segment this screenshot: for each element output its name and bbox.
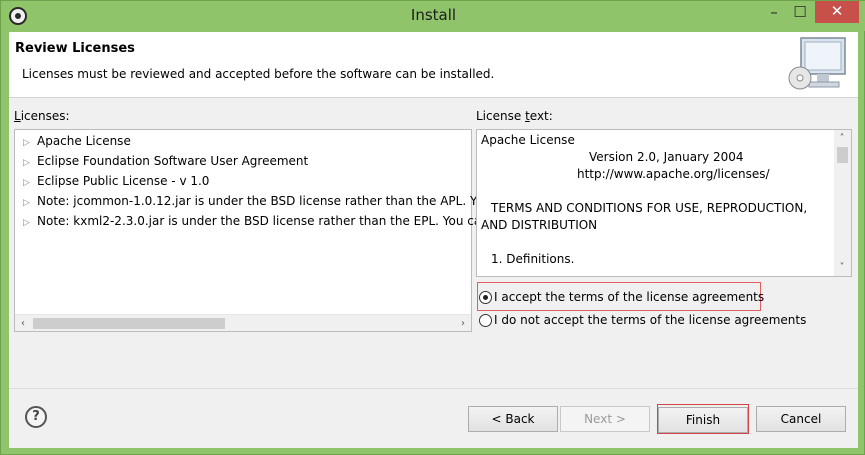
scroll-thumb[interactable] [33,318,225,329]
licenses-label-text: icenses: [20,109,70,123]
window-title: Install [410,6,457,24]
tree-item[interactable]: ▷ Apache License [23,131,131,151]
expand-arrow-icon[interactable]: ▷ [23,193,37,213]
tree-item[interactable]: ▷ Eclipse Public License - v 1.0 [23,171,209,191]
minimize-button[interactable]: – [763,3,785,23]
tree-item-label: Apache License [37,134,131,148]
license-text-line: Version 2.0, January 2004 [589,150,744,164]
scroll-up-icon[interactable]: ˄ [834,130,850,147]
page-description: Licenses must be reviewed and accepted b… [22,67,495,81]
license-text-area[interactable]: Apache License Version 2.0, January 2004… [476,129,852,277]
tree-item-label: Eclipse Foundation Software User Agreeme… [37,154,309,168]
scroll-thumb[interactable] [837,147,848,163]
scroll-down-icon[interactable]: ˅ [834,259,850,276]
tree-item-label: Note: kxml2-2.3.0.jar is under the BSD l… [37,214,482,228]
license-text-line: 1. Definitions. [491,252,575,266]
finish-button[interactable]: Finish [658,407,748,433]
licenses-tree[interactable]: ▷ Apache License ▷ Eclipse Foundation Soft… [14,129,483,332]
cancel-button[interactable]: Cancel [756,406,846,432]
vertical-scrollbar[interactable]: ˄ ˅ [834,130,851,276]
page-title: Review Licenses [15,41,135,56]
tree-item-label: Note: jcommon-1.0.12.jar is under the BS… [37,194,484,208]
tree-item[interactable]: ▷ Eclipse Foundation Software User Agreem… [23,151,308,171]
decline-radio-button[interactable] [479,313,492,327]
accept-radio-label[interactable]: I accept the terms of the license agreem… [494,290,764,304]
license-text-line: AND DISTRIBUTION [481,218,598,232]
footer-divider [9,388,858,389]
header-banner: Review Licenses Licenses must be reviewe… [9,32,858,98]
decline-radio-option[interactable]: I do not accept the terms of the license… [479,310,806,330]
decline-radio-label[interactable]: I do not accept the terms of the license… [494,313,806,327]
next-button[interactable]: Next > [560,406,650,432]
expand-arrow-icon[interactable]: ▷ [23,173,37,193]
maximize-button[interactable]: ☐ [789,3,811,23]
install-window: Install – ☐ ✕ Review Licenses Licenses m… [0,0,865,455]
expand-arrow-icon[interactable]: ▷ [23,133,37,153]
license-text-label: License text: [476,109,553,123]
monitor-cd-icon [788,37,846,90]
license-text-content: Apache License Version 2.0, January 2004… [477,130,835,276]
title-bar[interactable]: Install – ☐ ✕ [1,1,865,31]
expand-arrow-icon[interactable]: ▷ [23,213,37,233]
license-text-line: TERMS AND CONDITIONS FOR USE, REPRODUCTI… [491,201,808,215]
license-text-blank [481,183,831,200]
license-text-line: Apache License [481,133,575,147]
tree-item-label: Eclipse Public License - v 1.0 [37,174,210,188]
licenses-label: Licenses: [14,109,70,123]
expand-arrow-icon[interactable]: ▷ [23,153,37,173]
help-icon[interactable]: ? [25,406,47,428]
license-text-blank [481,234,831,251]
scroll-right-icon[interactable]: › [455,315,471,332]
tree-item[interactable]: ▷ Note: kxml2-2.3.0.jar is under the BSD … [23,211,481,231]
close-button[interactable]: ✕ [815,1,859,23]
back-button[interactable]: < Back [468,406,558,432]
horizontal-scrollbar[interactable]: ‹ › [15,314,471,331]
accept-radio-button[interactable] [479,290,492,304]
dialog-body: Review Licenses Licenses must be reviewe… [9,32,858,448]
license-text-line: http://www.apache.org/licenses/ [577,167,770,181]
accept-radio-option[interactable]: I accept the terms of the license agreem… [479,287,764,307]
scroll-left-icon[interactable]: ‹ [15,315,31,332]
tree-item[interactable]: ▷ Note: jcommon-1.0.12.jar is under the B… [23,191,483,211]
